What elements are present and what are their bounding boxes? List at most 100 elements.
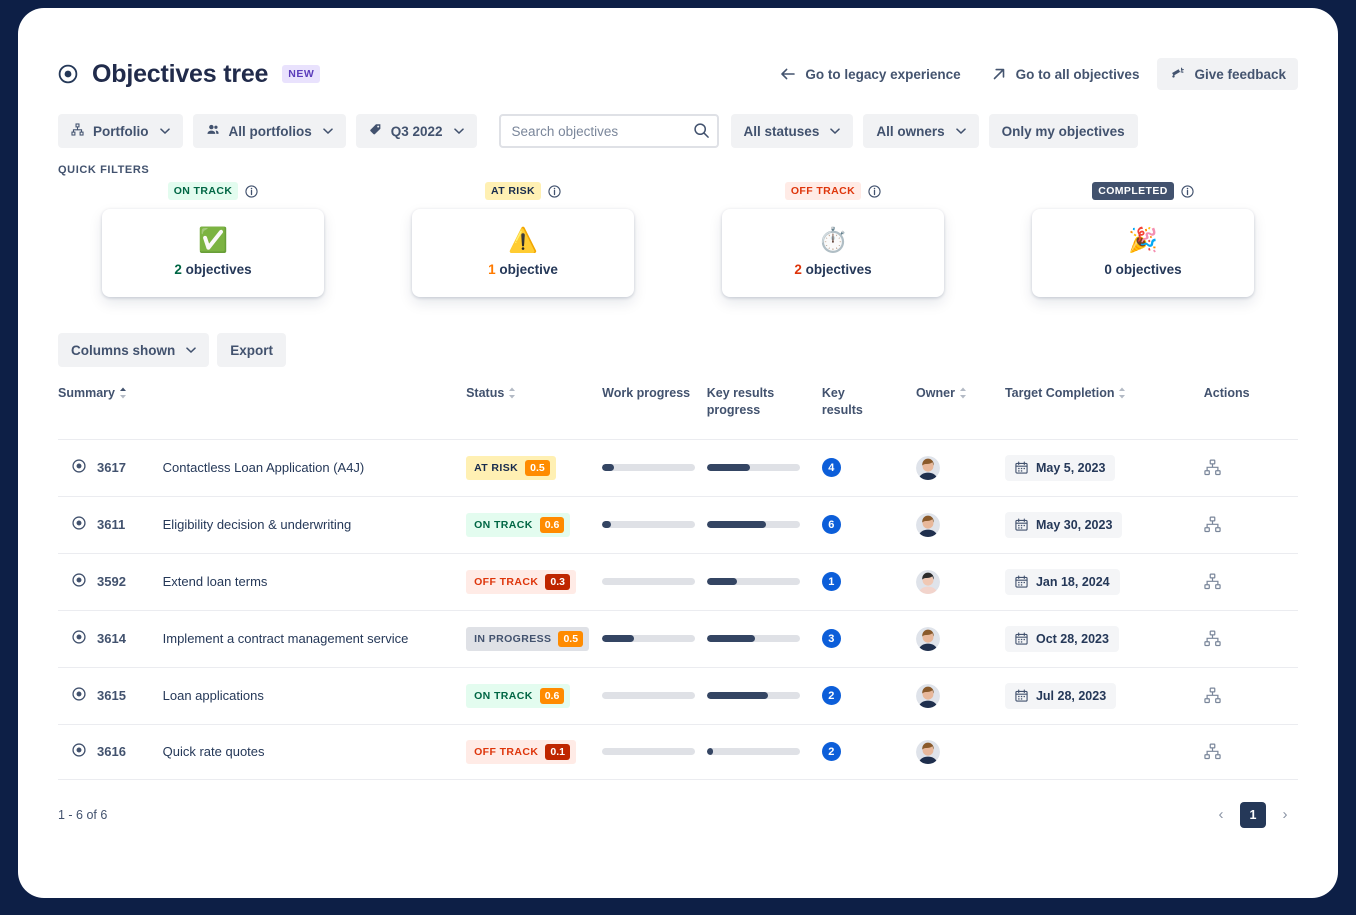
- quarter-filter[interactable]: Q3 2022: [355, 114, 477, 148]
- sort-icon: [508, 385, 516, 399]
- cell-status: ON TRACK 0.6: [466, 667, 602, 724]
- quick-filter-card-on-track[interactable]: ✅ 2 objectives: [102, 209, 324, 297]
- objective-key[interactable]: 3614: [97, 631, 126, 646]
- search-wrapper: [498, 114, 719, 148]
- cell-owner[interactable]: [916, 667, 1005, 724]
- target-completion-chip[interactable]: Jul 28, 2023: [1004, 682, 1117, 709]
- go-to-all-objectives-link[interactable]: Go to all objectives: [979, 58, 1152, 90]
- view-tree-icon[interactable]: [1204, 459, 1298, 476]
- work-progress-bar: [602, 464, 696, 472]
- objective-summary[interactable]: Implement a contract management service: [163, 610, 466, 667]
- status-badge-completed: COMPLETED: [1092, 182, 1174, 200]
- objective-key[interactable]: 3592: [97, 574, 126, 589]
- target-completion-chip[interactable]: Oct 28, 2023: [1004, 625, 1119, 652]
- quick-filter-header: AT RISK: [484, 182, 561, 200]
- table-row[interactable]: 3614 Implement a contract management ser…: [58, 610, 1298, 667]
- table-row[interactable]: 3615 Loan applications ON TRACK 0.6 2 Ju…: [58, 667, 1298, 724]
- view-tree-icon[interactable]: [1204, 573, 1298, 590]
- target-completion-chip[interactable]: Jan 18, 2024: [1004, 568, 1120, 595]
- quick-filter-card-completed[interactable]: 🎉 0 objectives: [1032, 209, 1254, 297]
- cell-key: 3616: [58, 724, 163, 779]
- view-tree-icon[interactable]: [1204, 516, 1298, 533]
- table-row[interactable]: 3617 Contactless Loan Application (A4J) …: [58, 439, 1298, 496]
- view-tree-icon[interactable]: [1204, 687, 1298, 704]
- go-to-legacy-experience-link[interactable]: Go to legacy experience: [768, 58, 972, 90]
- view-tree-icon[interactable]: [1204, 743, 1298, 760]
- status-badge[interactable]: OFF TRACK 0.3: [466, 569, 576, 594]
- objective-key[interactable]: 3611: [97, 517, 125, 532]
- objective-target-icon: [72, 630, 86, 647]
- cell-work-progress: [602, 439, 707, 496]
- cell-actions: [1204, 667, 1298, 724]
- info-icon[interactable]: [548, 184, 561, 198]
- objective-key[interactable]: 3616: [97, 744, 126, 759]
- all-portfolios-filter[interactable]: All portfolios: [192, 114, 346, 148]
- status-badge[interactable]: IN PROGRESS 0.5: [466, 626, 590, 651]
- objective-target-icon: [72, 573, 86, 590]
- search-input[interactable]: [498, 114, 719, 148]
- chevron-down-icon: [954, 128, 966, 134]
- cell-kr-progress: [706, 667, 822, 724]
- col-status[interactable]: Status: [466, 385, 602, 439]
- table-row[interactable]: 3611 Eligibility decision & underwriting…: [58, 496, 1298, 553]
- key-results-count[interactable]: 1: [821, 572, 841, 592]
- col-target-completion-label: Target Completion: [1004, 386, 1115, 400]
- target-completion-chip[interactable]: May 5, 2023: [1004, 454, 1116, 481]
- key-results-count[interactable]: 3: [821, 629, 841, 649]
- next-page-button[interactable]: ›: [1272, 802, 1298, 828]
- quick-filter-card-off-track[interactable]: ⏱️ 2 objectives: [722, 209, 944, 297]
- objective-key[interactable]: 3615: [97, 688, 126, 703]
- columns-shown-button[interactable]: Columns shown: [58, 333, 210, 367]
- table-head: Summary Status Work progress Key results…: [58, 385, 1298, 439]
- give-feedback-button[interactable]: Give feedback: [1157, 58, 1298, 90]
- info-icon[interactable]: [245, 184, 258, 198]
- page-title: Objectives tree: [92, 59, 269, 88]
- quick-filter-count: 2 objectives: [794, 262, 871, 277]
- col-owner[interactable]: Owner: [916, 385, 1005, 439]
- only-my-objectives-filter[interactable]: Only my objectives: [988, 114, 1138, 148]
- status-badge[interactable]: OFF TRACK 0.1: [466, 739, 576, 764]
- key-results-count[interactable]: 2: [821, 686, 841, 706]
- cell-owner[interactable]: [916, 439, 1005, 496]
- status-badge[interactable]: ON TRACK 0.6: [466, 683, 571, 708]
- objective-summary[interactable]: Loan applications: [163, 667, 466, 724]
- page-1-button[interactable]: 1: [1240, 801, 1266, 828]
- view-tree-icon[interactable]: [1204, 630, 1298, 647]
- cell-owner[interactable]: [916, 553, 1005, 610]
- objective-summary[interactable]: Extend loan terms: [163, 553, 466, 610]
- results-count: 1 - 6 of 6: [58, 807, 108, 822]
- quick-filter-card-at-risk[interactable]: ⚠️ 1 objective: [412, 209, 634, 297]
- objective-summary[interactable]: Eligibility decision & underwriting: [163, 496, 466, 553]
- objective-target-icon: [72, 743, 86, 760]
- cell-work-progress: [602, 667, 707, 724]
- col-summary[interactable]: Summary: [58, 385, 466, 439]
- portfolio-filter[interactable]: Portfolio: [58, 114, 183, 148]
- info-icon[interactable]: [1181, 184, 1194, 198]
- key-results-count[interactable]: 2: [821, 742, 841, 762]
- all-owners-filter[interactable]: All owners: [863, 114, 979, 148]
- status-badge[interactable]: ON TRACK 0.6: [466, 512, 571, 537]
- calendar-icon: [1015, 632, 1028, 645]
- export-button[interactable]: Export: [217, 333, 287, 367]
- table-row[interactable]: 3592 Extend loan terms OFF TRACK 0.3 1 J…: [58, 553, 1298, 610]
- quarter-filter-label: Q3 2022: [390, 123, 443, 139]
- status-badge[interactable]: AT RISK 0.5: [466, 455, 556, 480]
- cell-owner[interactable]: [916, 724, 1005, 779]
- objective-summary[interactable]: Contactless Loan Application (A4J): [163, 439, 466, 496]
- info-icon[interactable]: [868, 184, 881, 198]
- quick-filters-label: QUICK FILTERS: [58, 164, 150, 176]
- target-completion-chip[interactable]: May 30, 2023: [1004, 511, 1123, 538]
- status-value: 0.6: [539, 516, 565, 533]
- objectives-table: Summary Status Work progress Key results…: [58, 385, 1298, 780]
- cell-target-completion: May 30, 2023: [1004, 496, 1204, 553]
- col-target-completion[interactable]: Target Completion: [1005, 385, 1204, 439]
- objective-summary[interactable]: Quick rate quotes: [163, 724, 466, 779]
- all-statuses-filter[interactable]: All statuses: [730, 114, 854, 148]
- table-row[interactable]: 3616 Quick rate quotes OFF TRACK 0.1 2: [58, 724, 1298, 780]
- key-results-count[interactable]: 4: [821, 458, 841, 478]
- cell-owner[interactable]: [916, 496, 1005, 553]
- key-results-count[interactable]: 6: [821, 515, 841, 535]
- cell-owner[interactable]: [916, 610, 1005, 667]
- objective-key[interactable]: 3617: [97, 460, 126, 475]
- prev-page-button[interactable]: ‹: [1208, 802, 1234, 828]
